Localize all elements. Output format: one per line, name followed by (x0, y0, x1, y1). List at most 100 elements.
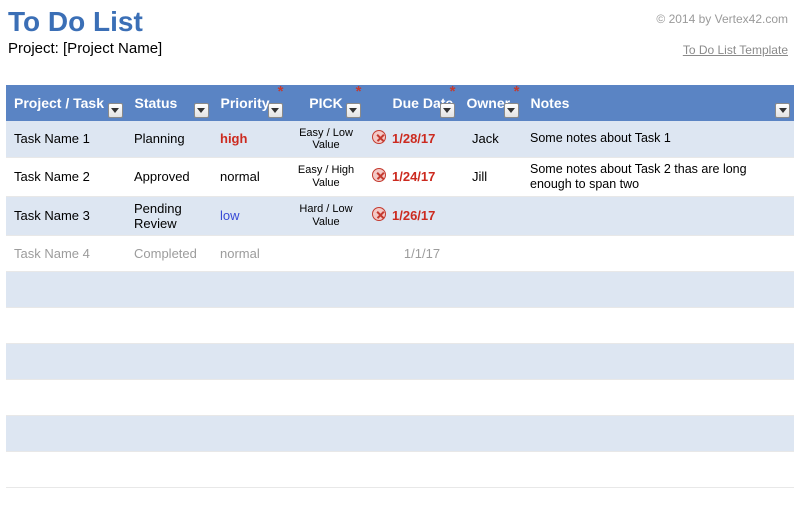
cell-task[interactable] (6, 343, 126, 379)
cell-status[interactable] (126, 271, 212, 307)
cell-notes[interactable] (522, 271, 794, 307)
cell-pick[interactable] (286, 415, 364, 451)
cell-notes[interactable] (522, 379, 794, 415)
cell-due[interactable] (384, 415, 458, 451)
filter-button-due[interactable] (440, 103, 455, 118)
cell-owner[interactable]: Jack (458, 121, 522, 157)
filter-button-status[interactable] (194, 103, 209, 118)
filter-button-pick[interactable] (346, 103, 361, 118)
cell-priority[interactable]: normal (212, 157, 286, 196)
cell-task[interactable] (6, 307, 126, 343)
cell-status[interactable]: Pending Review (126, 196, 212, 235)
cell-due[interactable] (384, 307, 458, 343)
cell-flag[interactable] (364, 343, 384, 379)
cell-task[interactable] (6, 415, 126, 451)
cell-flag[interactable] (364, 157, 384, 196)
cell-flag[interactable] (364, 379, 384, 415)
cell-pick[interactable] (286, 307, 364, 343)
cell-due[interactable]: 1/24/17 (384, 157, 458, 196)
cell-priority[interactable] (212, 307, 286, 343)
cell-owner[interactable] (458, 451, 522, 487)
cell-task[interactable]: Task Name 2 (6, 157, 126, 196)
cell-priority[interactable] (212, 343, 286, 379)
filter-button-priority[interactable] (268, 103, 283, 118)
cell-flag[interactable] (364, 415, 384, 451)
table-row[interactable] (6, 343, 794, 379)
cell-priority[interactable] (212, 451, 286, 487)
cell-priority[interactable] (212, 379, 286, 415)
table-row[interactable] (6, 379, 794, 415)
cell-due[interactable]: 1/28/17 (384, 121, 458, 157)
table-row[interactable] (6, 451, 794, 487)
asterisk-icon: * (514, 83, 520, 100)
cell-owner[interactable] (458, 196, 522, 235)
col-header-notes-label: Notes (531, 95, 570, 111)
cell-status[interactable]: Approved (126, 157, 212, 196)
cell-flag[interactable] (364, 307, 384, 343)
table-row[interactable] (6, 415, 794, 451)
cell-notes[interactable] (522, 196, 794, 235)
cell-pick[interactable]: Hard / Low Value (286, 196, 364, 235)
filter-button-task[interactable] (108, 103, 123, 118)
cell-owner[interactable] (458, 307, 522, 343)
cell-pick[interactable]: Easy / High Value (286, 157, 364, 196)
filter-button-owner[interactable] (504, 103, 519, 118)
cell-priority[interactable]: low (212, 196, 286, 235)
cell-owner[interactable] (458, 235, 522, 271)
cell-task[interactable] (6, 379, 126, 415)
cell-task[interactable]: Task Name 3 (6, 196, 126, 235)
cell-due[interactable] (384, 451, 458, 487)
cell-notes[interactable] (522, 343, 794, 379)
cell-task[interactable]: Task Name 4 (6, 235, 126, 271)
cell-due[interactable] (384, 271, 458, 307)
cell-owner[interactable]: Jill (458, 157, 522, 196)
filter-button-notes[interactable] (775, 103, 790, 118)
cell-status[interactable] (126, 451, 212, 487)
cell-due[interactable]: 1/1/17 (384, 235, 458, 271)
table-row[interactable]: Task Name 4Completednormal 1/1/17 (6, 235, 794, 271)
cell-notes[interactable] (522, 235, 794, 271)
cell-notes[interactable] (522, 415, 794, 451)
cell-pick[interactable] (286, 379, 364, 415)
cell-flag[interactable] (364, 235, 384, 271)
cell-flag[interactable] (364, 196, 384, 235)
cell-owner[interactable] (458, 379, 522, 415)
cell-due[interactable] (384, 379, 458, 415)
cell-notes[interactable]: Some notes about Task 1 (522, 121, 794, 157)
cell-notes[interactable]: Some notes about Task 2 thas are long en… (522, 157, 794, 196)
cell-flag[interactable] (364, 451, 384, 487)
cell-flag[interactable] (364, 271, 384, 307)
cell-notes[interactable] (522, 307, 794, 343)
cell-status[interactable] (126, 379, 212, 415)
cell-pick[interactable]: Easy / Low Value (286, 121, 364, 157)
cell-pick[interactable] (286, 271, 364, 307)
cell-priority[interactable] (212, 415, 286, 451)
table-row[interactable]: Task Name 2ApprovednormalEasy / High Val… (6, 157, 794, 196)
cell-priority[interactable]: normal (212, 235, 286, 271)
table-row[interactable] (6, 307, 794, 343)
table-row[interactable] (6, 271, 794, 307)
cell-due[interactable]: 1/26/17 (384, 196, 458, 235)
cell-owner[interactable] (458, 271, 522, 307)
template-link[interactable]: To Do List Template (683, 43, 788, 57)
cell-task[interactable] (6, 451, 126, 487)
cell-pick[interactable] (286, 451, 364, 487)
cell-task[interactable] (6, 271, 126, 307)
table-row[interactable]: Task Name 3Pending ReviewlowHard / Low V… (6, 196, 794, 235)
cell-status[interactable] (126, 343, 212, 379)
cell-due[interactable] (384, 343, 458, 379)
cell-owner[interactable] (458, 343, 522, 379)
cell-pick[interactable] (286, 343, 364, 379)
table-row[interactable]: Task Name 1PlanninghighEasy / Low Value 1… (6, 121, 794, 157)
cell-priority[interactable] (212, 271, 286, 307)
cell-status[interactable]: Completed (126, 235, 212, 271)
cell-task[interactable]: Task Name 1 (6, 121, 126, 157)
cell-status[interactable] (126, 307, 212, 343)
cell-notes[interactable] (522, 451, 794, 487)
cell-priority[interactable]: high (212, 121, 286, 157)
cell-flag[interactable] (364, 121, 384, 157)
cell-pick[interactable] (286, 235, 364, 271)
cell-status[interactable] (126, 415, 212, 451)
cell-owner[interactable] (458, 415, 522, 451)
cell-status[interactable]: Planning (126, 121, 212, 157)
